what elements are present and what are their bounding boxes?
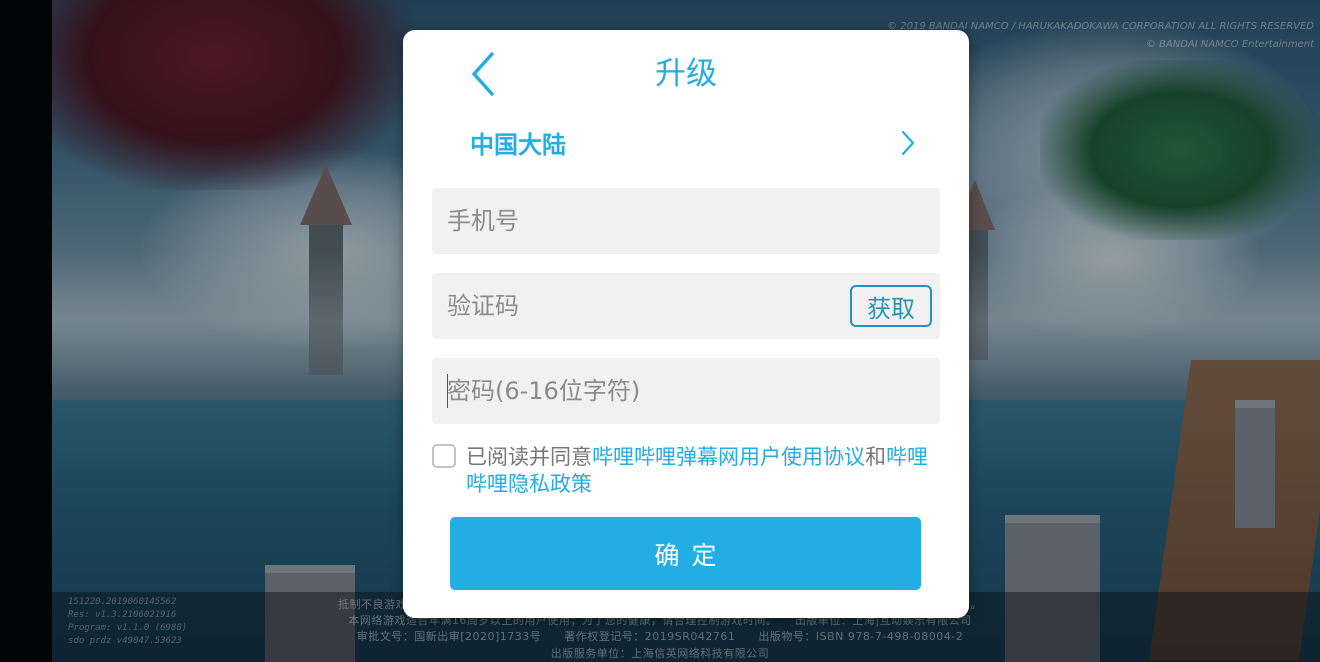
- dialog-title: 升级: [655, 56, 717, 92]
- password-field-container: [432, 358, 940, 424]
- phone-input[interactable]: [432, 188, 832, 254]
- region-label: 中国大陆: [470, 131, 566, 159]
- region-selector[interactable]: 中国大陆: [463, 122, 919, 168]
- agreement-conjunction: 和: [865, 445, 886, 469]
- text-cursor: [447, 374, 448, 408]
- password-input[interactable]: [432, 358, 832, 424]
- confirm-button[interactable]: 确定: [450, 517, 921, 590]
- verification-code-input[interactable]: [432, 273, 832, 339]
- phone-field-container: [432, 188, 940, 254]
- agreement-prefix: 已阅读并同意: [466, 445, 592, 469]
- user-agreement-link[interactable]: 哔哩哔哩弹幕网用户使用协议: [592, 445, 865, 469]
- chevron-right-icon: [901, 130, 915, 156]
- agreement-text: 已阅读并同意哔哩哔哩弹幕网用户使用协议和哔哩哔哩隐私政策: [466, 444, 938, 498]
- agreement-checkbox[interactable]: [432, 444, 456, 468]
- code-field-container: 获取: [432, 273, 940, 339]
- upgrade-dialog: 升级 中国大陆 获取 已阅读并同意哔哩哔哩弹幕网用户使用协议和哔哩哔哩隐私政策 …: [403, 30, 969, 618]
- get-code-button[interactable]: 获取: [850, 285, 932, 327]
